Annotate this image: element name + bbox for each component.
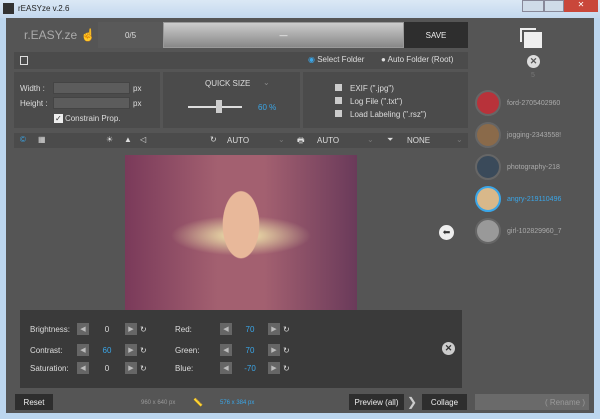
decrease-button[interactable]: ◀ [77,323,89,335]
copyright-icon[interactable]: © [20,135,26,144]
file-item[interactable]: ford-2705402960 [475,87,593,119]
original-size: 960 x 640 px [141,400,176,406]
close-button[interactable]: ✕ [564,0,598,12]
brightness-row: Brightness: ◀ 0 ▶ ↻ [30,323,147,335]
collage-button[interactable]: Collage [422,394,467,410]
file-item[interactable]: girl-102829960_7 [475,215,593,247]
reset-icon[interactable]: ↻ [283,346,290,355]
sharpen-icon[interactable]: ▲ [124,135,132,144]
brightness-icon[interactable]: ☀ [106,135,113,144]
close-adjust-icon[interactable]: ✕ [442,342,455,355]
ruler-icon: 📏 [193,398,203,407]
file-item[interactable]: jogging-2343558! [475,119,593,151]
increase-button[interactable]: ▶ [125,362,137,374]
chevron-down-icon[interactable]: ⌄ [278,135,285,144]
file-thumbnail [475,154,501,180]
blue-row: Blue: ◀ -70 ▶ ↻ [175,362,290,374]
file-thumbnail [475,90,501,116]
increase-button[interactable]: ▶ [268,323,280,335]
width-unit: px [133,84,142,93]
file-item[interactable]: photography-218 [475,151,593,183]
file-thumbnail [475,218,501,244]
increase-button[interactable]: ▶ [125,344,137,356]
chevron-down-icon[interactable]: ⌄ [456,135,463,144]
red-row: Red: ◀ 70 ▶ ↻ [175,323,290,335]
file-list: ford-2705402960 jogging-2343558! photogr… [475,87,593,247]
preview-all-button[interactable]: Preview (all) [349,394,404,410]
adjust-panel: Brightness: ◀ 0 ▶ ↻ Contrast: ◀ 60 ▶ ↻ Saturat… [20,310,462,388]
file-count: 5 [531,72,535,79]
file-item-active[interactable]: angry-219110496 [475,183,593,215]
filter-select[interactable]: NONE [407,136,430,145]
maximize-button[interactable] [544,0,564,12]
chevron-right-icon: ❯ [407,395,418,409]
decrease-button[interactable]: ◀ [77,344,89,356]
quick-size-label: QUICK SIZE [205,79,251,88]
save-button[interactable]: SAVE [404,22,468,48]
file-counter: 0/5 [98,22,163,48]
back-arrow-icon[interactable]: ⬅ [439,225,454,240]
folder-row: ◉ Select Folder ● Auto Folder (Root) [14,52,468,69]
print-icon[interactable]: 🖶 [297,135,305,149]
flip-icon[interactable]: ◁ [140,135,146,144]
new-size: 576 x 384 px [220,400,255,406]
load-labeling-checkbox[interactable]: Load Labeling (".rsz") [335,110,426,119]
chevron-down-icon[interactable]: ⌄ [367,135,374,144]
decrease-button[interactable]: ◀ [220,344,232,356]
quick-size-slider[interactable] [188,106,242,108]
title-bar: rEASYze v.2.6 ✕ [0,0,600,18]
decrease-button[interactable]: ◀ [220,323,232,335]
logo: r.EASY.ze ☝ [24,28,96,42]
folder-icon[interactable] [20,56,28,65]
auto-folder-radio[interactable]: ● Auto Folder (Root) [381,55,453,64]
chevron-down-icon[interactable]: ⌄ [263,78,270,87]
options-panel: EXIF (".jpg") Log File (".txt") Load Lab… [303,72,468,128]
contrast-row: Contrast: ◀ 60 ▶ ↻ [30,344,147,356]
reset-icon[interactable]: ↻ [140,346,147,355]
decrease-button[interactable]: ◀ [77,362,89,374]
quick-size-value: 60 % [258,103,277,112]
increase-button[interactable]: ▶ [268,362,280,374]
constrain-checkbox[interactable]: ✓ Constrain Prop. [54,114,121,123]
slider-handle[interactable] [216,100,222,113]
minimize-button[interactable] [522,0,544,12]
width-label: Width : [20,84,45,93]
copy-icon[interactable] [520,28,542,48]
saturation-row: Saturation: ◀ 0 ▶ ↻ [30,362,147,374]
quick-size-panel: QUICK SIZE ⌄ 60 % [163,72,300,128]
width-input[interactable] [53,82,130,94]
reset-icon[interactable]: ↻ [283,325,290,334]
green-row: Green: ◀ 70 ▶ ↻ [175,344,290,356]
height-input[interactable] [53,97,130,109]
reset-icon[interactable]: ↻ [283,364,290,373]
reset-icon[interactable]: ↻ [140,364,147,373]
hand-icon: ☝ [80,28,96,42]
select-folder-radio[interactable]: ◉ Select Folder [308,55,364,64]
app-icon [3,3,14,14]
increase-button[interactable]: ▶ [268,344,280,356]
decrease-button[interactable]: ◀ [220,362,232,374]
window-title: rEASYze v.2.6 [18,4,70,13]
progress-bar: — [163,22,404,48]
toolbar: © ▦ ☀ ▲ ◁ ↻ AUTO ⌄ 🖶 AUTO ⌄ ⏷ NONE ⌄ [14,133,468,148]
filter-icon[interactable]: ⏷ [387,135,393,145]
height-unit: px [133,99,142,108]
rename-input[interactable]: ( Rename ) [475,394,589,410]
clear-all-icon[interactable]: ✕ [527,55,540,68]
rotate-icon[interactable]: ↻ [210,135,217,144]
grid-icon[interactable]: ▦ [38,135,46,144]
reset-icon[interactable]: ↻ [140,325,147,334]
print-select[interactable]: AUTO [317,136,339,145]
increase-button[interactable]: ▶ [125,323,137,335]
height-label: Height : [20,99,48,108]
reset-button[interactable]: Reset [15,394,53,410]
file-thumbnail [475,122,501,148]
size-panel: Width : px Height : px ✓ Constrain Prop. [14,72,160,128]
log-file-checkbox[interactable]: Log File (".txt") [335,97,402,106]
file-thumbnail [475,186,501,212]
rotate-select[interactable]: AUTO [227,136,249,145]
preview-image [125,155,357,310]
exif-checkbox[interactable]: EXIF (".jpg") [335,84,394,93]
